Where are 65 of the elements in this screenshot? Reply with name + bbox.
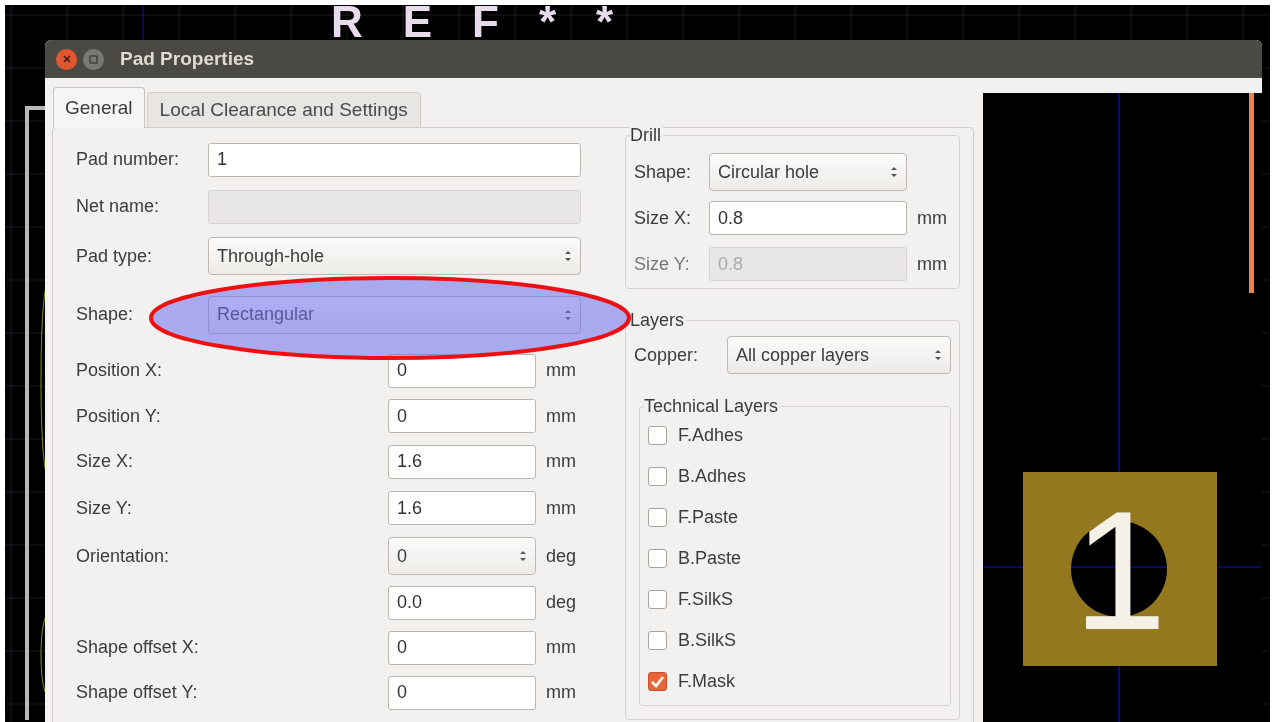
checkbox-label: B.SilkS — [678, 628, 737, 652]
spinner-arrows-icon — [890, 165, 898, 179]
field-label: Size X: — [76, 451, 134, 471]
input-field[interactable]: 1.6 — [388, 444, 536, 479]
input-field[interactable]: 0.0 — [388, 585, 536, 620]
field-label: Size X: — [634, 206, 693, 230]
unit-label: deg — [546, 591, 577, 614]
unit-label: mm — [546, 359, 576, 382]
checkbox-label: F.SilkS — [678, 587, 733, 611]
checkbox[interactable] — [648, 507, 667, 527]
checkbox-label: B.Paste — [678, 546, 742, 570]
window-title: Pad Properties — [120, 46, 255, 71]
unit-label: mm — [546, 450, 576, 473]
field-label: Position X: — [76, 360, 163, 380]
checkbox-label: F.Mask — [678, 669, 735, 693]
input-field[interactable]: 1.6 — [388, 491, 536, 525]
unit-label: deg — [546, 544, 577, 568]
reference-text: REF** — [331, 5, 654, 42]
checkbox-label: B.Adhes — [678, 464, 747, 488]
tab[interactable]: General — [53, 87, 145, 128]
field-label: Net name: — [76, 196, 160, 216]
input-field[interactable]: 1 — [208, 142, 581, 177]
input-field[interactable]: 0 — [388, 353, 536, 388]
field-label: Size Y: — [76, 497, 132, 518]
input-field[interactable]: 0 — [388, 399, 536, 433]
checkbox[interactable] — [648, 630, 667, 650]
unit-label: mm — [546, 404, 576, 428]
unit-label: mm — [546, 681, 576, 704]
field-label: Shape: — [634, 160, 693, 184]
field-label: Shape offset X: — [76, 637, 199, 657]
dropdown[interactable]: All copper layers — [727, 336, 951, 374]
maximize-button[interactable] — [83, 48, 104, 70]
checkbox[interactable] — [648, 671, 667, 691]
spinner-arrows-icon — [564, 307, 572, 322]
spinner-arrows-icon — [519, 549, 527, 563]
field-label: Position Y: — [76, 405, 161, 426]
field-label: Size Y: — [634, 252, 691, 276]
checkbox-label: F.Adhes — [678, 423, 744, 447]
checkbox[interactable] — [648, 589, 667, 609]
field-label: Copper: — [634, 343, 700, 367]
field-label: Shape: — [76, 304, 134, 324]
input-field[interactable]: 0 — [388, 630, 536, 665]
close-icon — [62, 55, 71, 63]
close-button[interactable] — [56, 48, 77, 70]
field-label: Shape offset Y: — [76, 682, 198, 702]
unit-label: mm — [546, 636, 576, 659]
field-label: Pad number: — [76, 149, 180, 169]
input-field[interactable]: 0.8 — [709, 201, 907, 235]
field-label: Orientation: — [76, 545, 170, 566]
unit-label: mm — [917, 252, 947, 276]
unit-label: mm — [546, 496, 576, 520]
checkbox[interactable] — [648, 548, 667, 568]
dropdown[interactable]: Through-hole — [208, 237, 581, 275]
spin-box[interactable]: 0 — [388, 537, 536, 575]
checkbox-label: F.Paste — [678, 505, 739, 529]
tab[interactable]: Local Clearance and Settings — [146, 92, 421, 128]
checkbox[interactable] — [648, 466, 667, 486]
field-label: Pad type: — [76, 245, 153, 266]
dropdown[interactable]: Circular hole — [709, 153, 907, 191]
maximize-icon — [89, 54, 98, 64]
unit-label: mm — [917, 206, 947, 230]
spinner-arrows-icon — [564, 249, 572, 263]
input-field[interactable]: 0 — [388, 675, 536, 710]
checkbox[interactable] — [648, 425, 667, 445]
spinner-arrows-icon — [934, 348, 942, 362]
